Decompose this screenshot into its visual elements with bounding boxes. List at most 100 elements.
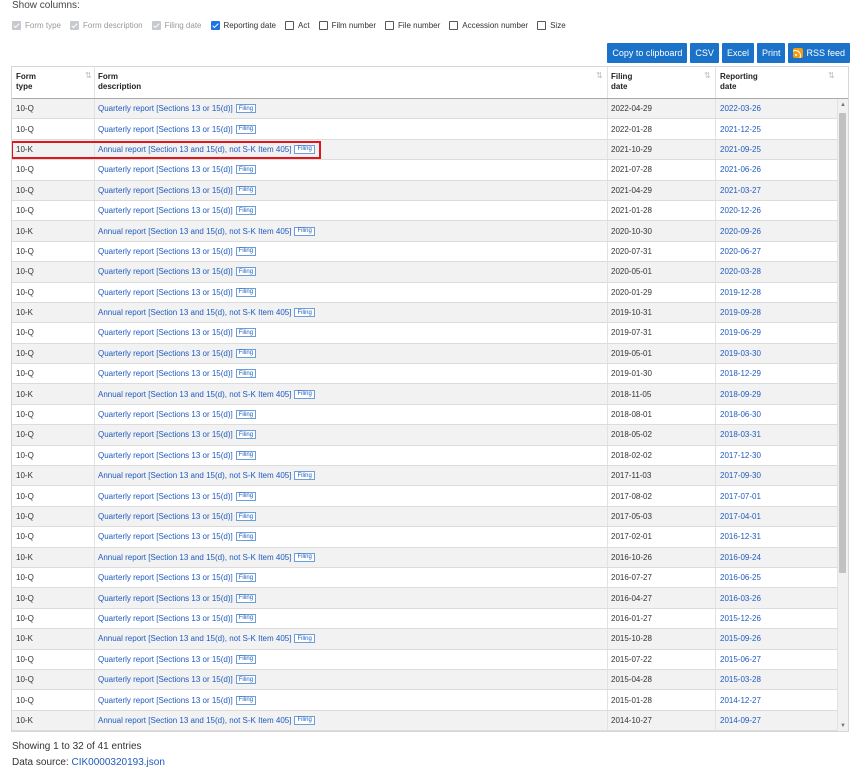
cell-reporting-date[interactable]: 2020-06-27 bbox=[720, 242, 761, 261]
cell-reporting-date[interactable]: 2017-09-30 bbox=[720, 466, 761, 485]
filing-link-button[interactable]: Filing bbox=[235, 104, 257, 114]
form-description-link[interactable]: Quarterly report [Sections 13 or 15(d)] bbox=[98, 125, 233, 134]
csv-button[interactable]: CSV bbox=[690, 43, 719, 63]
cell-reporting-date[interactable]: 2021-09-25 bbox=[720, 140, 761, 159]
filing-link-button[interactable]: Filing bbox=[235, 165, 257, 175]
form-description-link[interactable]: Quarterly report [Sections 13 or 15(d)] bbox=[98, 328, 233, 337]
sort-form-type-icon[interactable]: ⇅ bbox=[85, 71, 92, 80]
form-description-link[interactable]: Quarterly report [Sections 13 or 15(d)] bbox=[98, 696, 233, 705]
sort-reporting-date-icon[interactable]: ⇅ bbox=[828, 71, 835, 80]
header-reporting-date[interactable]: Reporting date bbox=[720, 72, 758, 92]
cell-reporting-date[interactable]: 2018-06-30 bbox=[720, 405, 761, 424]
filing-link-button[interactable]: Filing bbox=[235, 328, 257, 338]
column-checkbox[interactable] bbox=[285, 20, 294, 30]
cell-reporting-date[interactable]: 2019-12-28 bbox=[720, 283, 761, 302]
cell-reporting-date[interactable]: 2020-03-28 bbox=[720, 262, 761, 281]
header-form-type[interactable]: Form type bbox=[16, 72, 36, 92]
form-description-link[interactable]: Annual report [Section 13 and 15(d), not… bbox=[98, 471, 291, 480]
column-toggle-accession-number[interactable]: Accession number bbox=[449, 20, 528, 30]
header-form-description[interactable]: Form description bbox=[98, 72, 141, 92]
column-toggle-size[interactable]: Size bbox=[537, 20, 566, 30]
filing-link-button[interactable]: Filing bbox=[235, 369, 257, 379]
cell-reporting-date[interactable]: 2021-12-25 bbox=[720, 119, 761, 138]
filing-link-button[interactable]: Filing bbox=[294, 552, 315, 562]
column-checkbox[interactable] bbox=[318, 20, 328, 30]
cell-reporting-date[interactable]: 2014-12-27 bbox=[720, 690, 761, 709]
filing-link-button[interactable]: Filing bbox=[235, 185, 257, 195]
filing-link-button[interactable]: Filing bbox=[235, 410, 257, 420]
cell-reporting-date[interactable]: 2017-07-01 bbox=[720, 486, 761, 505]
filing-link-button[interactable]: Filing bbox=[294, 715, 315, 725]
form-description-link[interactable]: Quarterly report [Sections 13 or 15(d)] bbox=[98, 369, 233, 378]
form-description-link[interactable]: Annual report [Section 13 and 15(d), not… bbox=[98, 634, 291, 643]
form-description-link[interactable]: Annual report [Section 13 and 15(d), not… bbox=[98, 716, 291, 725]
sort-filing-date-icon[interactable]: ⇅ bbox=[704, 71, 711, 80]
filing-link-button[interactable]: Filing bbox=[294, 389, 315, 399]
cell-reporting-date[interactable]: 2015-09-26 bbox=[720, 629, 761, 648]
form-description-link[interactable]: Quarterly report [Sections 13 or 15(d)] bbox=[98, 573, 233, 582]
scrollbar-thumb[interactable] bbox=[839, 113, 846, 573]
form-description-link[interactable]: Quarterly report [Sections 13 or 15(d)] bbox=[98, 410, 233, 419]
filing-link-button[interactable]: Filing bbox=[235, 613, 257, 623]
form-description-link[interactable]: Quarterly report [Sections 13 or 15(d)] bbox=[98, 594, 233, 603]
filing-link-button[interactable]: Filing bbox=[235, 267, 257, 277]
scroll-up-icon[interactable]: ▲ bbox=[840, 102, 846, 108]
cell-reporting-date[interactable]: 2022-03-26 bbox=[720, 99, 761, 118]
cell-reporting-date[interactable]: 2019-09-28 bbox=[720, 303, 761, 322]
form-description-link[interactable]: Annual report [Section 13 and 15(d), not… bbox=[98, 145, 291, 154]
filing-link-button[interactable]: Filing bbox=[235, 450, 257, 460]
cell-reporting-date[interactable]: 2019-03-30 bbox=[720, 344, 761, 363]
column-checkbox[interactable] bbox=[449, 20, 459, 30]
cell-reporting-date[interactable]: 2018-03-31 bbox=[720, 425, 761, 444]
form-description-link[interactable]: Quarterly report [Sections 13 or 15(d)] bbox=[98, 206, 233, 215]
filing-link-button[interactable]: Filing bbox=[235, 348, 257, 358]
form-description-link[interactable]: Annual report [Section 13 and 15(d), not… bbox=[98, 553, 291, 562]
cell-reporting-date[interactable]: 2016-06-25 bbox=[720, 568, 761, 587]
cell-reporting-date[interactable]: 2020-09-26 bbox=[720, 221, 761, 240]
table-scrollbar[interactable]: ▲ ▼ bbox=[837, 99, 848, 731]
sort-form-description-icon[interactable]: ⇅ bbox=[596, 71, 603, 80]
scroll-down-icon[interactable]: ▼ bbox=[840, 723, 846, 729]
filing-link-button[interactable]: Filing bbox=[235, 491, 257, 501]
cell-reporting-date[interactable]: 2018-09-29 bbox=[720, 384, 761, 403]
column-toggle-reporting-date[interactable]: Reporting date bbox=[210, 20, 276, 30]
cell-reporting-date[interactable]: 2014-09-27 bbox=[720, 711, 761, 730]
form-description-link[interactable]: Quarterly report [Sections 13 or 15(d)] bbox=[98, 247, 233, 256]
cell-reporting-date[interactable]: 2021-06-26 bbox=[720, 160, 761, 179]
cell-reporting-date[interactable]: 2019-06-29 bbox=[720, 323, 761, 342]
column-toggle-act[interactable]: Act bbox=[285, 20, 310, 30]
filing-link-button[interactable]: Filing bbox=[294, 634, 315, 644]
filing-link-button[interactable]: Filing bbox=[235, 246, 257, 256]
form-description-link[interactable]: Quarterly report [Sections 13 or 15(d)] bbox=[98, 492, 233, 501]
filing-link-button[interactable]: Filing bbox=[235, 287, 257, 297]
column-toggle-film-number[interactable]: Film number bbox=[318, 20, 376, 30]
form-description-link[interactable]: Quarterly report [Sections 13 or 15(d)] bbox=[98, 430, 233, 439]
form-description-link[interactable]: Quarterly report [Sections 13 or 15(d)] bbox=[98, 512, 233, 521]
cell-reporting-date[interactable]: 2015-03-28 bbox=[720, 670, 761, 689]
cell-reporting-date[interactable]: 2020-12-26 bbox=[720, 201, 761, 220]
filing-link-button[interactable]: Filing bbox=[294, 308, 315, 318]
column-checkbox[interactable] bbox=[537, 20, 547, 30]
filing-link-button[interactable]: Filing bbox=[294, 471, 315, 481]
rss-feed-button[interactable]: RSS feed bbox=[788, 43, 850, 63]
cell-reporting-date[interactable]: 2016-09-24 bbox=[720, 548, 761, 567]
form-description-link[interactable]: Quarterly report [Sections 13 or 15(d)] bbox=[98, 267, 233, 276]
form-description-link[interactable]: Quarterly report [Sections 13 or 15(d)] bbox=[98, 349, 233, 358]
copy-to-clipboard-button[interactable]: Copy to clipboard bbox=[607, 43, 688, 63]
form-description-link[interactable]: Quarterly report [Sections 13 or 15(d)] bbox=[98, 614, 233, 623]
form-description-link[interactable]: Quarterly report [Sections 13 or 15(d)] bbox=[98, 165, 233, 174]
form-description-link[interactable]: Quarterly report [Sections 13 or 15(d)] bbox=[98, 655, 233, 664]
cell-reporting-date[interactable]: 2017-12-30 bbox=[720, 446, 761, 465]
filing-link-button[interactable]: Filing bbox=[235, 512, 257, 521]
filing-link-button[interactable]: Filing bbox=[235, 532, 257, 542]
filing-link-button[interactable]: Filing bbox=[235, 573, 257, 583]
filing-link-button[interactable]: Filing bbox=[235, 675, 257, 685]
filing-link-button[interactable]: Filing bbox=[294, 226, 315, 236]
filing-link-button[interactable]: Filing bbox=[294, 144, 315, 154]
form-description-link[interactable]: Annual report [Section 13 and 15(d), not… bbox=[98, 227, 291, 236]
form-description-link[interactable]: Quarterly report [Sections 13 or 15(d)] bbox=[98, 451, 233, 460]
filing-link-button[interactable]: Filing bbox=[235, 206, 257, 216]
cell-reporting-date[interactable]: 2018-12-29 bbox=[720, 364, 761, 383]
cell-reporting-date[interactable]: 2015-12-26 bbox=[720, 609, 761, 628]
form-description-link[interactable]: Annual report [Section 13 and 15(d), not… bbox=[98, 308, 291, 317]
